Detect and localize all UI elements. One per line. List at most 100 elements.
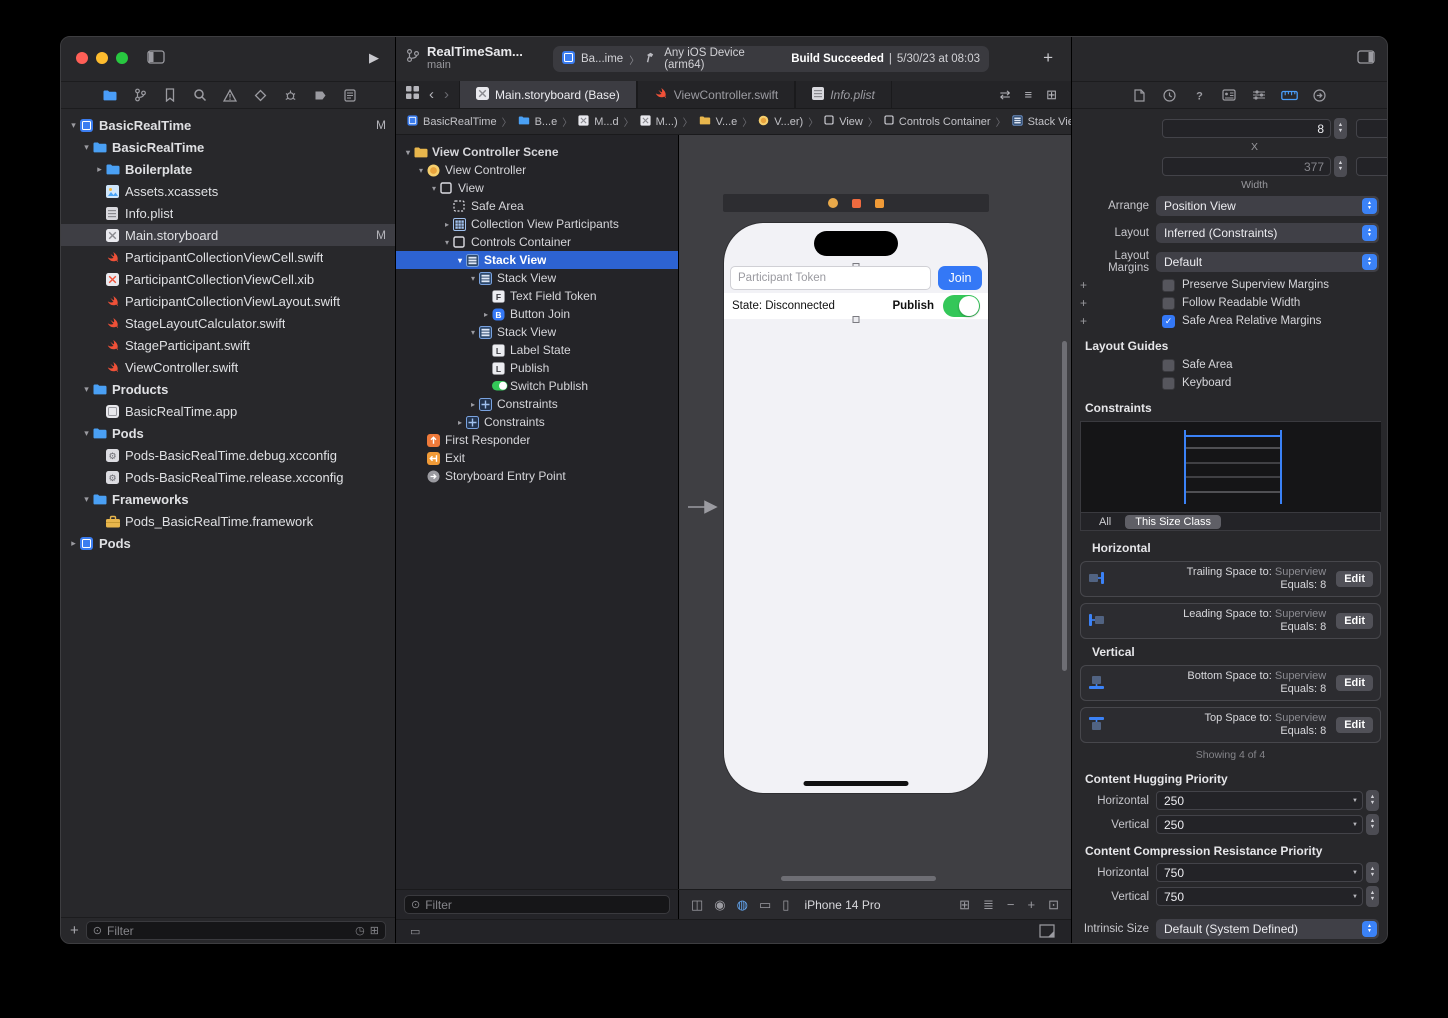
breadcrumb-item-m[interactable]: M...) xyxy=(639,114,678,130)
breadcrumb-item-m-d[interactable]: M...d xyxy=(577,114,618,130)
publish-switch[interactable] xyxy=(943,295,980,317)
x-position-input[interactable] xyxy=(1162,119,1331,138)
disclosure-chevron[interactable]: ▾ xyxy=(80,384,93,395)
outline-row-collection-view-participants[interactable]: ▸Collection View Participants xyxy=(396,215,678,233)
breadcrumb-item-basicrealtime[interactable]: BasicRealTime xyxy=(406,114,497,130)
compression-horizontal-field[interactable]: 750▼ xyxy=(1156,863,1363,882)
disclosure-chevron[interactable]: ▾ xyxy=(441,238,453,247)
disclosure-chevron[interactable]: ▸ xyxy=(441,220,453,229)
issues-icon[interactable] xyxy=(219,85,241,105)
project-navigator-icon[interactable] xyxy=(99,85,121,105)
breadcrumb-item-view[interactable]: View xyxy=(823,114,863,129)
tab-main-storyboard-base[interactable]: Main.storyboard (Base) xyxy=(459,81,637,108)
compression-vertical-field[interactable]: 750▼ xyxy=(1156,887,1363,906)
navigator-row-assets-xcassets[interactable]: Assets.xcassets xyxy=(61,180,395,202)
minimize-window-button[interactable] xyxy=(96,52,108,64)
size-class-all-button[interactable]: All xyxy=(1089,515,1121,529)
disclosure-chevron[interactable]: ▸ xyxy=(480,310,492,319)
constraint-row-leading-space-to[interactable]: Leading Space to: SuperviewEquals: 8Edit xyxy=(1080,603,1381,639)
outline-row-stack-view[interactable]: ▾Stack View xyxy=(396,269,678,287)
navigator-row-frameworks[interactable]: ▾Frameworks xyxy=(61,488,395,510)
zoom-window-button[interactable] xyxy=(116,52,128,64)
constraint-row-top-space-to[interactable]: Top Space to: SuperviewEquals: 8Edit xyxy=(1080,707,1381,743)
arrange-popup[interactable]: Position View ▲▼ xyxy=(1156,196,1379,216)
compression-stepper[interactable]: ▲▼ xyxy=(1366,886,1379,907)
outline-row-switch-publish[interactable]: Switch Publish xyxy=(396,377,678,395)
orientation-icon[interactable]: ▯ xyxy=(782,897,789,913)
activity-status-bar[interactable]: Ba...ime 〉 Any iOS Device (arm64) Build … xyxy=(553,46,989,72)
disclosure-chevron[interactable]: ▸ xyxy=(93,164,106,175)
navigator-row-boilerplate[interactable]: ▸Boilerplate xyxy=(61,158,395,180)
hugging-stepper[interactable]: ▲▼ xyxy=(1366,790,1379,811)
breadcrumb-item-controls-container[interactable]: Controls Container xyxy=(883,114,991,129)
adjust-editor-icon[interactable]: ≡ xyxy=(1025,87,1033,102)
device-name[interactable]: iPhone 14 Pro xyxy=(804,898,880,912)
zoom-fit-button[interactable]: ⊡ xyxy=(1048,897,1059,913)
outline-row-stack-view[interactable]: ▾Stack View xyxy=(396,323,678,341)
navigator-row-pods[interactable]: ▾Pods xyxy=(61,422,395,444)
source-control-filter-icon[interactable]: ⊞ xyxy=(370,924,379,937)
edit-constraint-button[interactable]: Edit xyxy=(1336,675,1373,691)
navigator-row-main-storyboard[interactable]: Main.storyboardM xyxy=(61,224,395,246)
join-button[interactable]: Join xyxy=(938,266,982,290)
debug-icon[interactable] xyxy=(279,85,301,105)
navigator-row-pods-basicrealtime-release-xcconfig[interactable]: ⚙Pods-BasicRealTime.release.xcconfig xyxy=(61,466,395,488)
navigator-row-participantcollectionviewlayout-swift[interactable]: ParticipantCollectionViewLayout.swift xyxy=(61,290,395,312)
disclosure-chevron[interactable]: ▾ xyxy=(415,166,427,175)
intrinsic-size-popup[interactable]: Default (System Defined) ▲▼ xyxy=(1156,919,1379,939)
checkbox-safe-area-relative-margins[interactable]: ✓ xyxy=(1162,315,1175,328)
outline-row-view-controller[interactable]: ▾View Controller xyxy=(396,161,678,179)
identity-inspector-icon[interactable] xyxy=(1218,85,1240,105)
height-input[interactable] xyxy=(1356,157,1388,176)
navigator-row-pods-basicrealtime-debug-xcconfig[interactable]: ⚙Pods-BasicRealTime.debug.xcconfig xyxy=(61,444,395,466)
navigator-row-pods-basicrealtime-framework[interactable]: Pods_BasicRealTime.framework xyxy=(61,510,395,532)
breadcrumb-item-v-er[interactable]: V...er) xyxy=(757,114,803,130)
checkbox-keyboard[interactable] xyxy=(1162,377,1175,390)
breakpoints-icon[interactable] xyxy=(309,85,331,105)
canvas-horizontal-scrollbar[interactable] xyxy=(781,876,936,881)
recent-files-icon[interactable]: ◷ xyxy=(355,924,365,937)
size-class-this-button[interactable]: This Size Class xyxy=(1125,515,1221,529)
navigator-row-stageparticipant-swift[interactable]: StageParticipant.swift xyxy=(61,334,395,356)
disclosure-chevron[interactable]: ▾ xyxy=(454,256,466,265)
canvas-vertical-scrollbar[interactable] xyxy=(1062,341,1067,671)
storyboard-canvas[interactable]: Join State: Disconnected Publish xyxy=(679,135,1071,889)
forward-button[interactable]: › xyxy=(444,86,449,103)
reports-icon[interactable] xyxy=(339,85,361,105)
back-button[interactable]: ‹ xyxy=(429,86,434,103)
hugging-stepper[interactable]: ▲▼ xyxy=(1366,814,1379,835)
compression-stepper[interactable]: ▲▼ xyxy=(1366,862,1379,883)
width-stepper[interactable]: ▲▼ xyxy=(1334,156,1347,177)
constraint-row-trailing-space-to[interactable]: Trailing Space to: SuperviewEquals: 8Edi… xyxy=(1080,561,1381,597)
breadcrumb-item-stack-view[interactable]: Stack View xyxy=(1011,114,1071,130)
disclosure-chevron[interactable]: ▸ xyxy=(467,400,479,409)
navigator-row-viewcontroller-swift[interactable]: ViewController.swift xyxy=(61,356,395,378)
navigator-row-pods[interactable]: ▸Pods xyxy=(61,532,395,554)
breadcrumb-item-v-e[interactable]: V...e xyxy=(698,115,738,129)
outline-row-stack-view[interactable]: ▾Stack View xyxy=(396,251,678,269)
edit-constraint-button[interactable]: Edit xyxy=(1336,613,1373,629)
add-variation-button[interactable]: + xyxy=(1080,296,1092,310)
connections-inspector-icon[interactable] xyxy=(1308,85,1330,105)
outline-row-view-controller-scene[interactable]: ▾View Controller Scene xyxy=(396,143,678,161)
navigator-toggle-icon[interactable] xyxy=(147,50,165,64)
add-variation-button[interactable]: + xyxy=(1080,278,1092,292)
file-inspector-icon[interactable] xyxy=(1128,85,1150,105)
align-icon[interactable]: ≣ xyxy=(983,897,994,913)
tab-viewcontroller-swift[interactable]: ViewController.swift xyxy=(637,81,795,108)
edit-constraint-button[interactable]: Edit xyxy=(1336,717,1373,733)
disclosure-chevron[interactable]: ▸ xyxy=(67,538,80,549)
outline-row-text-field-token[interactable]: FText Field Token xyxy=(396,287,678,305)
disclosure-chevron[interactable]: ▾ xyxy=(428,184,440,193)
add-editor-icon[interactable]: ⊞ xyxy=(1046,87,1057,103)
device-bezels-icon[interactable]: ▭ xyxy=(759,897,771,913)
outline-row-publish[interactable]: LPublish xyxy=(396,359,678,377)
dock-view-controller-icon[interactable] xyxy=(828,198,838,208)
library-add-button[interactable]: + xyxy=(1043,48,1053,68)
bookmarks-icon[interactable] xyxy=(159,85,181,105)
scheme-project-info[interactable]: RealTimeSam... main xyxy=(406,44,523,72)
checkbox-follow-readable-width[interactable] xyxy=(1162,297,1175,310)
disclosure-chevron[interactable]: ▾ xyxy=(467,274,479,283)
outline-row-safe-area[interactable]: Safe Area xyxy=(396,197,678,215)
outline-toggle-icon[interactable]: ▭ xyxy=(410,925,420,938)
